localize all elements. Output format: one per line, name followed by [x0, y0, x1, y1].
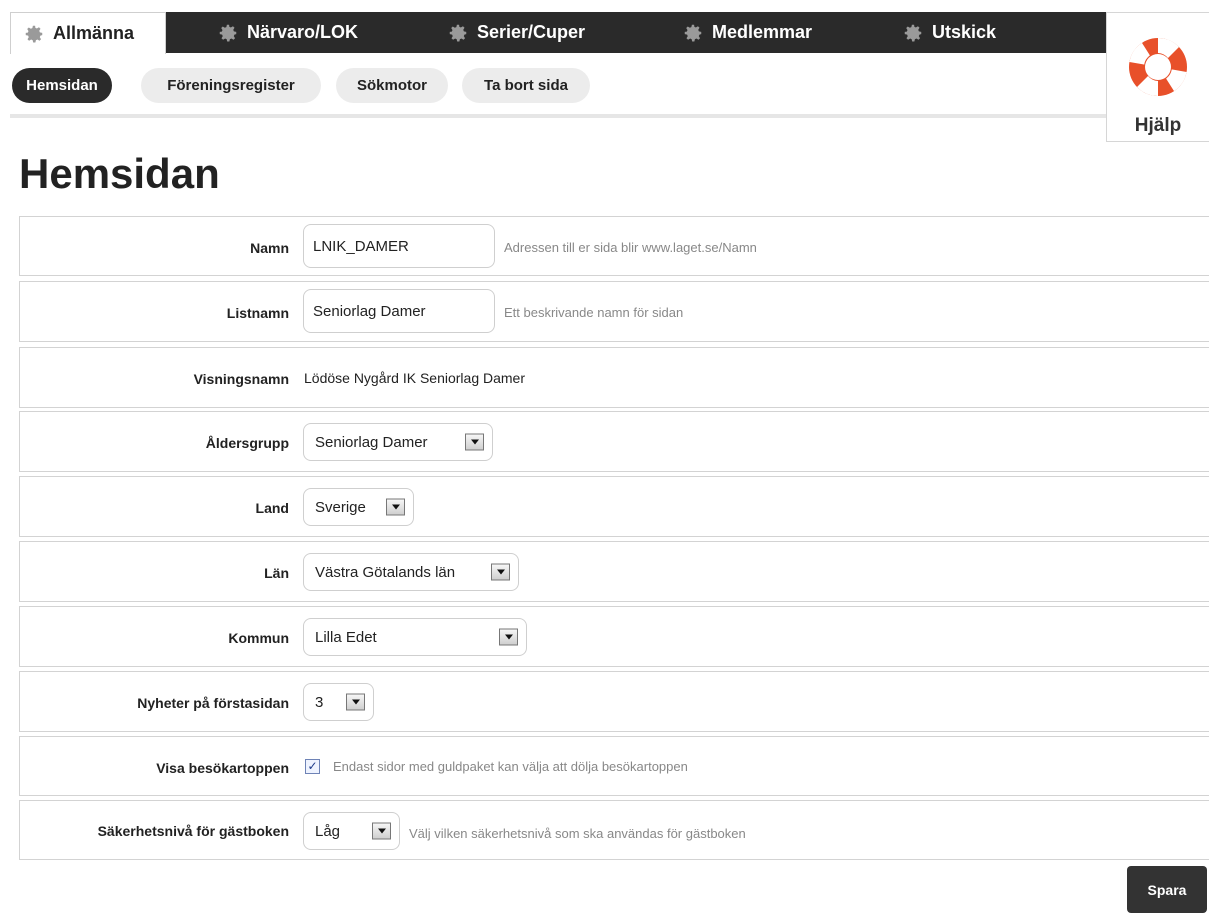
tab-label: Serier/Cuper: [477, 22, 586, 42]
namn-hint: Adressen till er sida blir www.laget.se/…: [504, 240, 757, 255]
nyheter-select[interactable]: 3: [303, 683, 374, 721]
dropdown-arrow-icon: [372, 822, 391, 840]
form-row-nyheter: Nyheter på förstasidan 3: [19, 671, 1209, 732]
namn-input[interactable]: LNIK_DAMER: [303, 224, 495, 268]
tab-label: Utskick: [932, 22, 997, 42]
tab-label: Allmänna: [53, 23, 135, 43]
form-row-lan: Län Västra Götalands län: [19, 541, 1209, 602]
lifebuoy-icon: [1129, 38, 1187, 96]
subtab-sokmotor[interactable]: Sökmotor: [336, 68, 448, 103]
sakerhet-hint: Välj vilken säkerhetsnivå som ska använd…: [409, 826, 746, 841]
main-nav: Allmänna Närvaro/LOK Serier/Cuper Medlem…: [10, 12, 1106, 54]
tab-label: Medlemmar: [712, 22, 813, 42]
besokartoppen-hint: Endast sidor med guldpaket kan välja att…: [333, 759, 688, 774]
listnamn-label: Listnamn: [226, 305, 289, 321]
listnamn-hint: Ett beskrivande namn för sidan: [504, 305, 684, 320]
besokartoppen-checkbox[interactable]: ✓: [305, 759, 320, 774]
besokartoppen-label: Visa besökartoppen: [156, 760, 289, 776]
land-label: Land: [255, 500, 289, 516]
tab-label: Närvaro/LOK: [247, 22, 359, 42]
gear-icon: [449, 24, 467, 42]
namn-label: Namn: [250, 240, 289, 256]
listnamn-input[interactable]: Seniorlag Damer: [303, 289, 495, 333]
subtab-ta-bort-sida[interactable]: Ta bort sida: [462, 68, 590, 103]
save-button[interactable]: Spara: [1127, 866, 1207, 913]
dropdown-arrow-icon: [499, 628, 518, 646]
help-label: Hjälp: [1134, 115, 1182, 136]
tab-medlemmar[interactable]: Medlemmar: [670, 12, 812, 53]
form-row-sakerhet: Säkerhetsnivå för gästboken Låg Välj vil…: [19, 800, 1209, 860]
form-row-aldersgrupp: Åldersgrupp Seniorlag Damer: [19, 411, 1209, 472]
form-row-namn: Namn LNIK_DAMER Adressen till er sida bl…: [19, 216, 1209, 276]
sakerhet-label: Säkerhetsnivå för gästboken: [97, 823, 289, 839]
sakerhet-value: Låg: [315, 822, 341, 840]
sakerhet-select[interactable]: Låg: [303, 812, 400, 850]
tab-allmanna[interactable]: Allmänna: [10, 12, 166, 54]
aldersgrupp-value: Seniorlag Damer: [315, 433, 428, 451]
dropdown-arrow-icon: [386, 498, 405, 516]
lan-select[interactable]: Västra Götalands län: [303, 553, 519, 591]
gear-icon: [25, 25, 43, 43]
gear-icon: [684, 24, 702, 42]
form-row-besokartoppen: Visa besökartoppen ✓ Endast sidor med gu…: [19, 736, 1209, 796]
tab-serier-cuper[interactable]: Serier/Cuper: [435, 12, 585, 53]
land-select[interactable]: Sverige: [303, 488, 414, 526]
form-row-listnamn: Listnamn Seniorlag Damer Ett beskrivande…: [19, 281, 1209, 342]
nyheter-label: Nyheter på förstasidan: [137, 695, 289, 711]
lan-label: Län: [264, 565, 289, 581]
visningsnamn-label: Visningsnamn: [193, 371, 289, 387]
tab-narvaro-lok[interactable]: Närvaro/LOK: [205, 12, 358, 53]
visningsnamn-value: Lödöse Nygård IK Seniorlag Damer: [304, 370, 526, 386]
kommun-select[interactable]: Lilla Edet: [303, 618, 527, 656]
dropdown-arrow-icon: [346, 693, 365, 711]
page-title: Hemsidan: [19, 150, 220, 197]
form-row-land: Land Sverige: [19, 476, 1209, 537]
dropdown-arrow-icon: [465, 433, 484, 451]
dropdown-arrow-icon: [491, 563, 510, 581]
land-value: Sverige: [315, 498, 366, 516]
form-row-kommun: Kommun Lilla Edet: [19, 606, 1209, 667]
subnav-divider: [10, 114, 1106, 118]
aldersgrupp-select[interactable]: Seniorlag Damer: [303, 423, 493, 461]
form-row-visningsnamn: Visningsnamn Lödöse Nygård IK Seniorlag …: [19, 347, 1209, 408]
gear-icon: [904, 24, 922, 42]
help-button[interactable]: Hjälp: [1106, 12, 1209, 142]
nyheter-value: 3: [315, 693, 324, 711]
kommun-label: Kommun: [228, 630, 289, 646]
subtab-hemsidan[interactable]: Hemsidan: [12, 68, 112, 103]
subtab-foreningsregister[interactable]: Föreningsregister: [141, 68, 321, 103]
lan-value: Västra Götalands län: [315, 563, 456, 581]
gear-icon: [219, 24, 237, 42]
tab-utskick[interactable]: Utskick: [890, 12, 996, 53]
kommun-value: Lilla Edet: [315, 628, 377, 646]
aldersgrupp-label: Åldersgrupp: [205, 435, 289, 451]
